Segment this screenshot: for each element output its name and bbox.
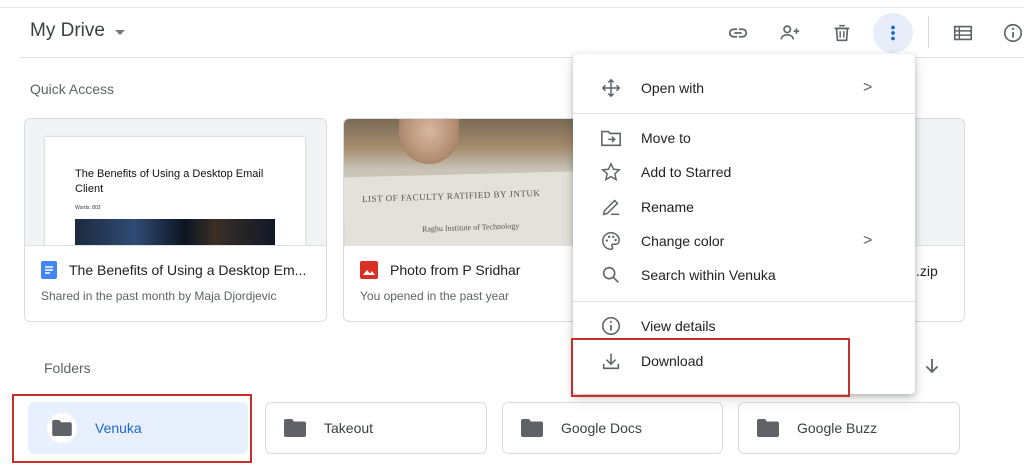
header-bar: My Drive bbox=[0, 8, 1024, 58]
google-docs-icon bbox=[41, 261, 57, 279]
folder-icon bbox=[521, 419, 543, 437]
folder-name: Takeout bbox=[324, 420, 374, 436]
file-name: Photo from P Sridhar bbox=[390, 262, 521, 278]
menu-divider bbox=[573, 113, 915, 114]
doc-thumb-subtitle: Words: 803 bbox=[75, 205, 101, 211]
folder-icon bbox=[757, 419, 779, 437]
move-to-icon bbox=[599, 126, 623, 150]
folder-name: Google Docs bbox=[561, 420, 642, 436]
open-with-icon bbox=[599, 76, 623, 100]
doc-thumbnail: The Benefits of Using a Desktop Email Cl… bbox=[25, 119, 326, 246]
add-person-icon[interactable] bbox=[774, 17, 806, 49]
folder-highlight-box bbox=[12, 394, 252, 463]
doc-page-preview: The Benefits of Using a Desktop Email Cl… bbox=[45, 137, 305, 245]
menu-item-label: Open with bbox=[641, 80, 705, 96]
palette-icon bbox=[599, 229, 623, 253]
download-highlight-box bbox=[571, 338, 850, 397]
folder-google-docs[interactable]: Google Docs bbox=[502, 402, 723, 454]
photo-thumbnail: LIST OF FACULTY RATIFIED BY JNTUK Raghu … bbox=[344, 119, 582, 246]
pencil-icon bbox=[599, 195, 623, 219]
page-title: My Drive bbox=[30, 20, 105, 41]
search-icon bbox=[599, 263, 623, 287]
link-icon[interactable] bbox=[722, 17, 754, 49]
info-icon[interactable] bbox=[997, 17, 1024, 49]
file-name: .zip bbox=[916, 263, 938, 279]
menu-item-add-to-starred[interactable]: Add to Starred bbox=[573, 155, 915, 189]
file-activity: You opened in the past year bbox=[360, 289, 510, 303]
menu-item-label: Add to Starred bbox=[641, 164, 732, 180]
image-icon bbox=[360, 261, 378, 279]
menu-item-change-color[interactable]: Change color > bbox=[573, 224, 915, 258]
doc-thumb-title: The Benefits of Using a Desktop Email Cl… bbox=[75, 168, 264, 195]
menu-item-label: View details bbox=[641, 318, 716, 334]
chevron-right-icon: > bbox=[863, 79, 873, 96]
quick-access-card[interactable]: LIST OF FACULTY RATIFIED BY JNTUK Raghu … bbox=[343, 118, 583, 322]
header-divider bbox=[928, 16, 929, 48]
trash-icon[interactable] bbox=[826, 17, 858, 49]
menu-item-label: Search within Venuka bbox=[641, 267, 776, 283]
quick-access-label: Quick Access bbox=[30, 81, 115, 97]
quick-access-card[interactable]: The Benefits of Using a Desktop Email Cl… bbox=[24, 118, 327, 322]
folder-name: Google Buzz bbox=[797, 420, 878, 436]
menu-divider bbox=[573, 301, 915, 302]
doc-thumb-image bbox=[75, 219, 275, 245]
sort-arrow-icon[interactable] bbox=[922, 356, 942, 376]
chevron-right-icon: > bbox=[863, 232, 873, 249]
menu-item-move-to[interactable]: Move to bbox=[573, 121, 915, 155]
caret-down-icon bbox=[114, 30, 125, 35]
file-name: The Benefits of Using a Desktop Em... bbox=[69, 262, 307, 278]
folder-takeout[interactable]: Takeout bbox=[265, 402, 487, 454]
my-drive-dropdown[interactable]: My Drive bbox=[30, 20, 125, 42]
star-icon bbox=[599, 160, 623, 184]
list-view-icon[interactable] bbox=[947, 17, 979, 49]
info-icon bbox=[599, 314, 623, 338]
menu-item-label: Move to bbox=[641, 130, 691, 146]
more-vert-icon[interactable] bbox=[873, 13, 913, 53]
photo-preview: LIST OF FACULTY RATIFIED BY JNTUK Raghu … bbox=[344, 119, 582, 245]
folders-label: Folders bbox=[44, 360, 91, 376]
menu-item-label: Rename bbox=[641, 199, 694, 215]
menu-item-search-within[interactable]: Search within Venuka bbox=[573, 258, 915, 292]
menu-item-open-with[interactable]: Open with > bbox=[573, 71, 915, 105]
folder-icon bbox=[284, 419, 306, 437]
menu-item-label: Change color bbox=[641, 233, 725, 249]
file-activity: Shared in the past month by Maja Djordje… bbox=[41, 289, 277, 303]
folder-google-buzz[interactable]: Google Buzz bbox=[738, 402, 960, 454]
menu-item-rename[interactable]: Rename bbox=[573, 190, 915, 224]
